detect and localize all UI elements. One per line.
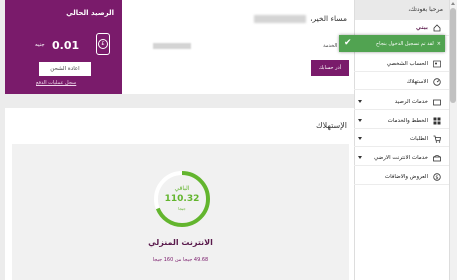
remaining-value: 110.32 xyxy=(164,194,200,204)
sidebar-item-home[interactable]: بيتي xyxy=(354,21,449,36)
blurred-service-number xyxy=(153,43,191,49)
user-icon xyxy=(432,60,441,69)
page-scrollbar[interactable] xyxy=(449,0,457,280)
offers-icon: $ xyxy=(432,173,441,182)
login-success-toast: × لقد تم تسجيل الدخول بنجاح ✔ xyxy=(339,35,445,52)
payment-history-link[interactable]: سجل عمليات الدفع xyxy=(36,80,76,86)
sidebar-item-balance-services[interactable]: خدمات الرصيد xyxy=(354,95,449,110)
sidebar-item-label: الاستهلاك xyxy=(406,79,428,85)
grid-icon xyxy=(432,117,441,126)
usage-summary: 49.68 جيجا من 160 جيجا xyxy=(152,257,209,263)
balance-amount: 0.01 xyxy=(52,39,80,52)
currency-icon: £ xyxy=(98,39,108,49)
cart-icon xyxy=(432,135,441,144)
scroll-up-arrow-icon[interactable] xyxy=(451,2,455,5)
sidebar-item-label: العروض والاضافات xyxy=(384,174,428,180)
sidebar-item-landline-internet[interactable]: خدمات الانترنت الارضي xyxy=(354,151,449,166)
sidebar-greeting: مرحبا بعودتك، xyxy=(355,0,449,20)
chevron-down-icon xyxy=(358,119,362,122)
sidebar-item-plans[interactable]: الخطط والخدمات xyxy=(354,114,449,129)
account-summary-panel: الرصيد الحالي £ 0.01 جنيه اعادة الشحن سج… xyxy=(5,0,355,94)
consumption-panel: الإستهلاك الباقي 110.32 جيجا الانترنت ال… xyxy=(5,108,355,280)
mobile-balance-icon: £ xyxy=(96,33,110,55)
welcome-message: مساء الخير، xyxy=(254,14,347,23)
sidebar-item-label: الطلبات xyxy=(409,136,428,142)
sidebar-item-label: الخطط والخدمات xyxy=(387,118,428,124)
wallet-icon xyxy=(432,98,441,107)
sidebar-item-label: بيتي xyxy=(415,25,428,31)
remaining-unit: جيجا xyxy=(178,206,186,211)
svg-text:$: $ xyxy=(435,175,438,181)
remaining-gauge: الباقي 110.32 جيجا xyxy=(153,170,211,228)
remaining-label: الباقي xyxy=(174,185,190,192)
sidebar-item-profile[interactable]: الحساب الشخصي xyxy=(354,57,449,72)
recharge-button[interactable]: اعادة الشحن xyxy=(39,62,91,76)
home-icon xyxy=(432,24,441,33)
phone-icon xyxy=(432,154,441,163)
welcome-text: مساء الخير، xyxy=(310,14,347,23)
check-icon: ✔ xyxy=(344,38,352,48)
sidebar-item-offers[interactable]: $ العروض والاضافات xyxy=(354,170,449,185)
chevron-down-icon xyxy=(358,100,362,103)
blurred-user-name xyxy=(254,15,307,23)
consumption-card: الباقي 110.32 جيجا الانترنت المنزلي 49.6… xyxy=(12,144,349,280)
sidebar-item-consumption[interactable]: الاستهلاك xyxy=(354,75,449,90)
gauge-icon xyxy=(432,78,441,87)
chevron-down-icon xyxy=(358,156,362,159)
service-name: الانترنت المنزلي xyxy=(148,238,213,247)
balance-currency: جنيه xyxy=(35,42,45,48)
close-icon[interactable]: × xyxy=(437,41,441,47)
chevron-down-icon xyxy=(358,137,362,140)
sidebar-item-label: خدمات الرصيد xyxy=(394,99,428,105)
manage-account-button[interactable]: أدر حسابك xyxy=(311,60,349,76)
balance-title: الرصيد الحالي xyxy=(66,9,114,17)
sidebar-item-orders[interactable]: الطلبات xyxy=(354,132,449,147)
scroll-thumb[interactable] xyxy=(450,8,456,103)
toast-message: لقد تم تسجيل الدخول بنجاح xyxy=(375,40,434,47)
consumption-title: الإستهلاك xyxy=(316,121,347,130)
sidebar-item-label: خدمات الانترنت الارضي xyxy=(374,155,428,161)
sidebar-item-label: الحساب الشخصي xyxy=(386,61,428,67)
balance-card: الرصيد الحالي £ 0.01 جنيه اعادة الشحن سج… xyxy=(5,0,122,94)
